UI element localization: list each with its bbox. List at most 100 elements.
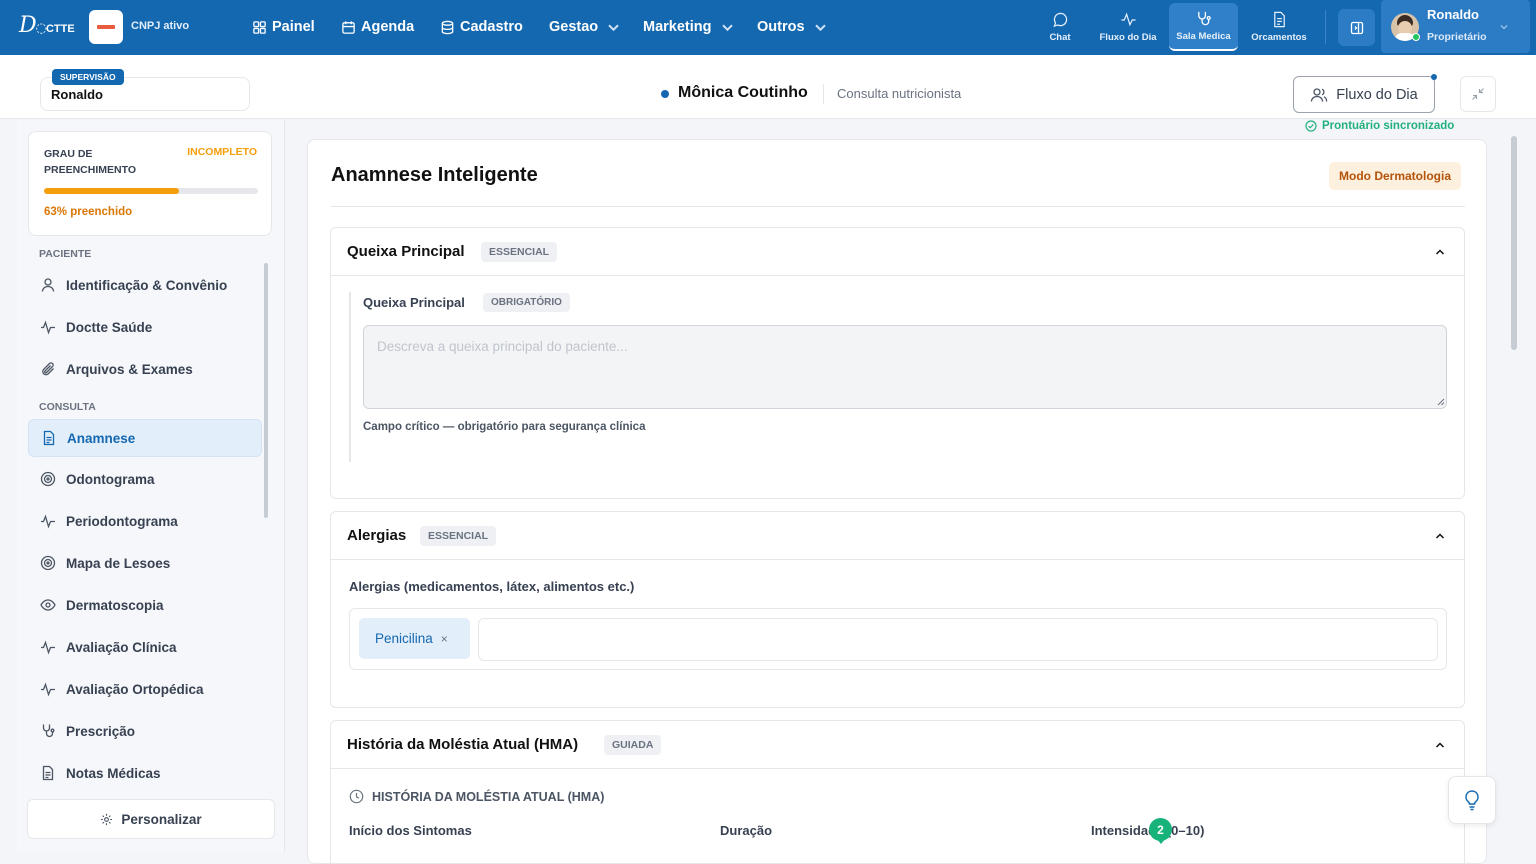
section-alergias: Alergias ESSENCIAL Alergias (medicamento… [330, 511, 1465, 708]
user-menu[interactable]: Ronaldo Proprietário [1381, 0, 1530, 53]
sidebar-item-periodontograma[interactable]: Periodontograma [28, 502, 262, 540]
quick-nav-fluxo-do-dia[interactable]: Fluxo do Dia [1094, 3, 1162, 51]
nav-marketing[interactable]: Marketing [643, 17, 735, 37]
remove-chip-button[interactable]: × [441, 632, 448, 646]
grid-icon [253, 20, 266, 34]
quick-nav-sala-medica[interactable]: Sala Medica [1169, 3, 1238, 51]
helper-text: Campo crítico — obrigatório para seguran… [363, 421, 646, 433]
database-icon [441, 20, 454, 34]
mode-tag[interactable]: Modo Dermatologia [1329, 162, 1462, 190]
user-name: Ronaldo [1427, 7, 1479, 22]
completion-progress-fill [44, 188, 179, 194]
quick-nav-label: Sala Medica [1176, 31, 1231, 42]
sidebar-item-odontograma[interactable]: Odontograma [28, 460, 262, 498]
sidebar-item-label: Avaliação Ortopédica [66, 681, 204, 697]
nav-outros[interactable]: Outros [757, 17, 828, 37]
target-icon [40, 555, 56, 571]
lightbulb-icon [1465, 790, 1479, 811]
nav-cadastro[interactable]: Cadastro [440, 17, 523, 37]
queixa-textarea[interactable]: Descreva a queixa principal do paciente.… [363, 325, 1447, 409]
chevron-up-icon[interactable] [1434, 530, 1446, 542]
completion-card: GRAU DE PREENCHIMENTO INCOMPLETO 63% pre… [28, 131, 272, 236]
resize-handle-icon[interactable] [1437, 398, 1445, 406]
users-icon [1311, 87, 1328, 102]
sidebar-item-doctte-saude[interactable]: Doctte Saúde [28, 308, 262, 346]
nav-label: Painel [272, 19, 315, 35]
chevron-down-icon [814, 24, 826, 31]
chevron-down-icon [721, 24, 733, 31]
essential-tag: ESSENCIAL [420, 526, 497, 546]
quick-nav-label: Chat [1049, 32, 1071, 43]
sidebar-item-identificacao[interactable]: Identificação & Convênio [28, 266, 262, 304]
document-icon [43, 430, 55, 446]
sidebar-scrollbar[interactable] [264, 263, 268, 518]
tips-button[interactable] [1448, 776, 1496, 824]
queixa-field-label: Queixa Principal [363, 295, 465, 310]
sidebar-item-label: Avaliação Clínica [66, 639, 177, 655]
quick-nav-chat[interactable]: Chat [1038, 3, 1082, 51]
duracao-label: Duração [720, 823, 773, 838]
stethoscope-icon [1198, 11, 1211, 26]
sidebar-item-arquivos-exames[interactable]: Arquivos & Exames [28, 350, 262, 388]
notification-badge-pointer [1156, 838, 1166, 844]
quick-nav-label: Orcamentos [1251, 32, 1307, 43]
sidebar-item-label: Identificação & Convênio [66, 277, 228, 293]
section-header[interactable]: Alergias ESSENCIAL [331, 512, 1464, 560]
personalize-button[interactable]: Personalizar [27, 799, 275, 839]
fluxo-do-dia-button[interactable]: Fluxo do Dia [1293, 74, 1437, 113]
allergy-tag-input: Penicilina × [349, 608, 1447, 670]
chevron-up-icon[interactable] [1434, 246, 1446, 258]
sidebar-item-anamnese[interactable]: Anamnese [28, 419, 262, 457]
top-navigation-bar: D◌CTTE CNPJ ativo Painel Agenda Cadastro… [0, 0, 1536, 55]
section-title: Queixa Principal [347, 243, 465, 260]
nav-agenda[interactable]: Agenda [341, 17, 414, 37]
section-header[interactable]: Queixa Principal ESSENCIAL [331, 228, 1464, 276]
patient-status-dot [661, 90, 669, 98]
divider [1325, 10, 1326, 44]
essential-tag: ESSENCIAL [481, 242, 558, 262]
doctte-logo[interactable]: D◌CTTE [19, 13, 75, 38]
sidebar-item-dermatoscopia[interactable]: Dermatoscopia [28, 586, 262, 624]
inicio-sintomas-label: Início dos Sintomas [349, 823, 472, 838]
section-header[interactable]: História da Moléstia Atual (HMA) GUIADA [331, 721, 1464, 769]
activity-icon [41, 320, 55, 335]
sidebar-item-avaliacao-clinica[interactable]: Avaliação Clínica [28, 628, 262, 666]
chevron-up-icon[interactable] [1434, 739, 1446, 751]
gear-icon [101, 813, 113, 825]
panel-icon [1350, 21, 1363, 34]
toggle-panel-button[interactable] [1338, 9, 1375, 46]
target-icon [40, 471, 56, 487]
completion-progress-bar [44, 188, 258, 194]
section-queixa-principal: Queixa Principal ESSENCIAL Queixa Princi… [330, 227, 1465, 499]
completion-percent: 63% preenchido [44, 206, 133, 218]
sidebar-item-label: Periodontograma [66, 513, 178, 529]
chevron-down-icon [608, 24, 619, 31]
user-icon [41, 278, 55, 292]
divider [823, 84, 824, 104]
field-indicator [349, 292, 351, 462]
eye-icon [40, 599, 56, 611]
quick-nav-label: Fluxo do Dia [1099, 32, 1157, 43]
sidebar-item-prescricao[interactable]: Prescrição [28, 712, 262, 750]
sidebar-item-avaliacao-ortopedica[interactable]: Avaliação Ortopédica [28, 670, 262, 708]
sync-status: Prontuário sincronizado [1305, 120, 1454, 132]
quick-nav-orcamentos[interactable]: Orcamentos [1246, 3, 1312, 51]
main-scrollbar[interactable] [1511, 136, 1517, 350]
sidebar-item-mapa-de-lesoes[interactable]: Mapa de Lesoes [28, 544, 262, 582]
personalize-label: Personalizar [121, 811, 202, 827]
sidebar-item-label: Anamnese [67, 430, 136, 446]
sidebar-item-label: Arquivos & Exames [66, 361, 193, 377]
nav-gestao[interactable]: Gestao [549, 17, 621, 37]
clock-icon [349, 789, 364, 804]
clinic-logo[interactable] [89, 10, 123, 44]
collapse-button[interactable] [1460, 76, 1496, 112]
sidebar-item-notas-medicas[interactable]: Notas Médicas [28, 754, 262, 792]
nav-painel[interactable]: Painel [252, 17, 315, 37]
document-icon [1273, 11, 1285, 28]
allergy-chip: Penicilina × [359, 618, 470, 659]
completion-label: GRAU DE PREENCHIMENTO [44, 148, 136, 176]
allergy-input[interactable] [478, 618, 1438, 661]
alergias-field-label: Alergias (medicamentos, látex, alimentos… [349, 579, 635, 594]
user-role: Proprietário [1427, 31, 1487, 43]
supervisor-name: Ronaldo [51, 87, 103, 102]
